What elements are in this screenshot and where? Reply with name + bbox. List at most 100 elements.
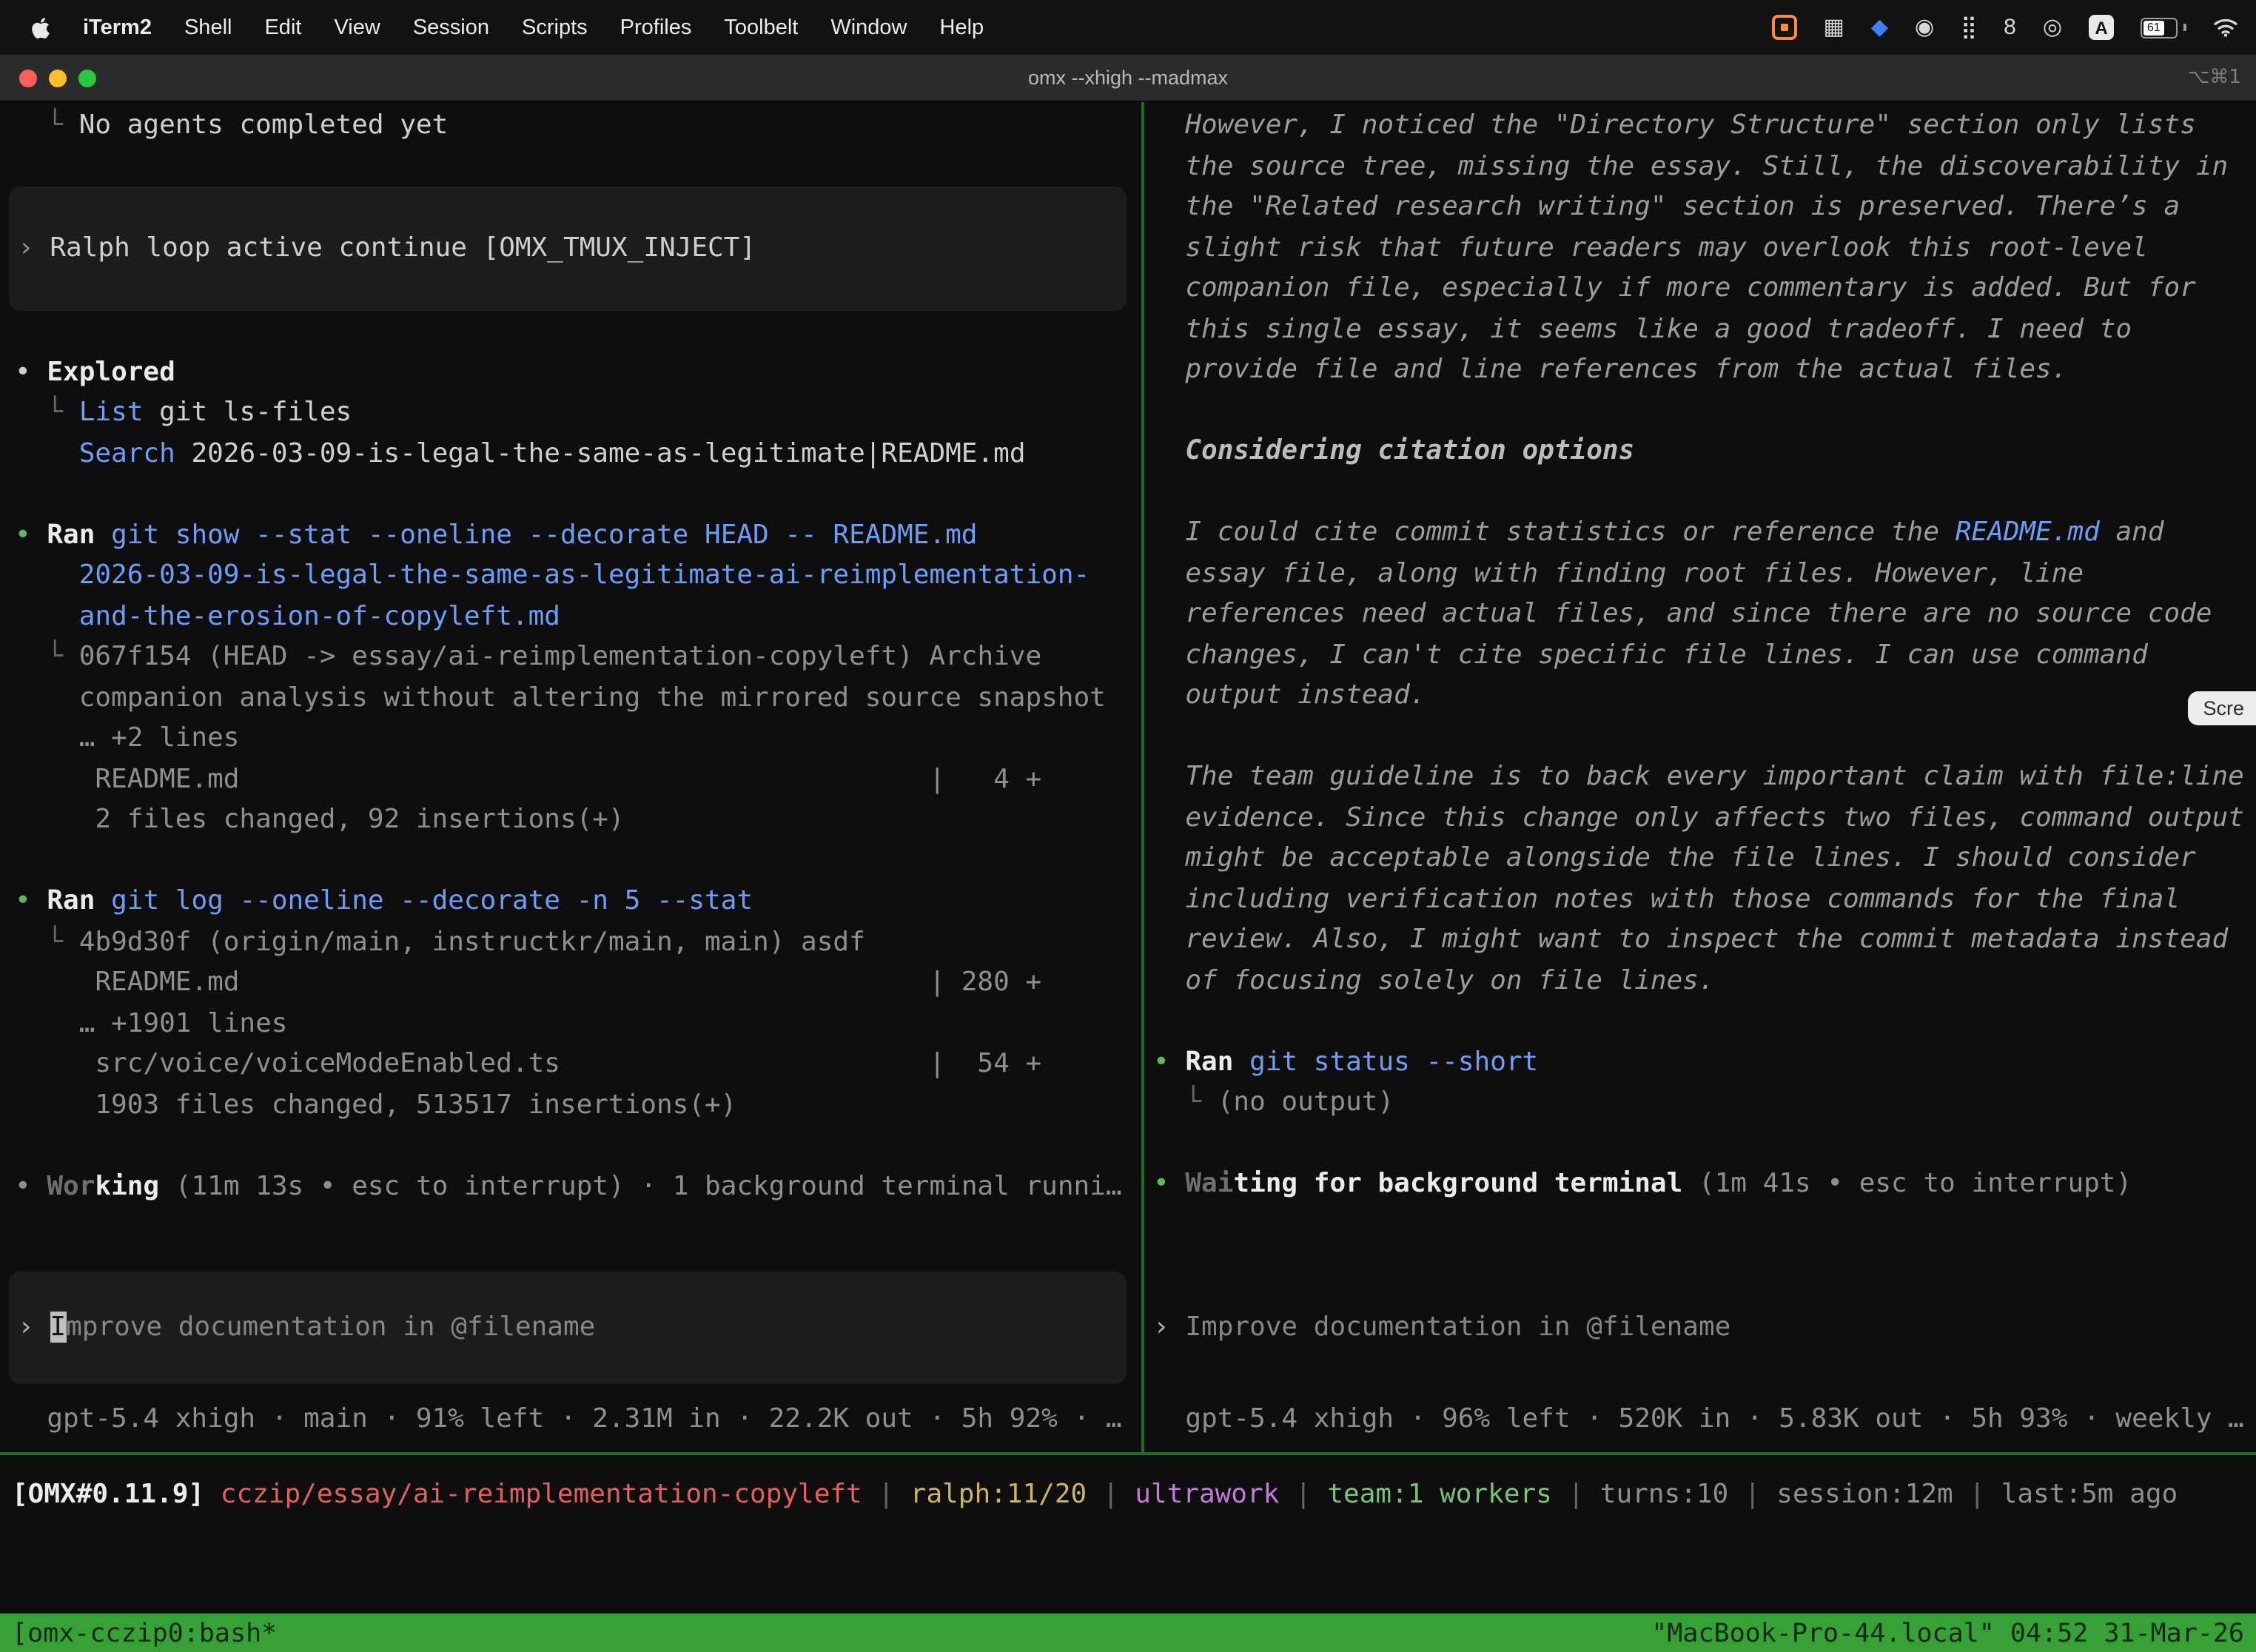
text-segment: cczip/essay/ai-reimplementation-copyleft [221, 1479, 862, 1510]
text-segment: references need actual files, and since … [1153, 598, 2212, 629]
terminal-line: companion analysis without altering the … [0, 677, 1141, 718]
text-segment: and-the-erosion-of-copyleft.md [79, 600, 560, 631]
app-eight-icon[interactable]: 8 [2004, 16, 2016, 38]
tmux-status-bar: [omx-cczip0:bash* "MacBook-Pro-44.local"… [0, 1614, 2256, 1652]
text-segment: 067f154 (HEAD -> essay/ai-reimplementati… [79, 641, 1041, 672]
text-segment: └ [15, 110, 79, 141]
menu-bar-status-icons: ▦ ◆ ◉ ⣿ 8 ◎ A 61 [1771, 15, 2256, 40]
menu-item-toolbelt[interactable]: Toolbelt [708, 16, 814, 39]
text-segment: No agents completed yet [79, 110, 449, 141]
menu-item-help[interactable]: Help [924, 16, 1001, 39]
text-segment: • [15, 885, 47, 916]
text-segment: git show --stat --oneline --decorate HEA… [111, 519, 977, 550]
terminal-line: The team guideline is to back every impo… [1144, 756, 2256, 797]
terminal-line: and-the-erosion-of-copyleft.md [0, 596, 1141, 637]
left-agent-pane[interactable]: └ No agents completed yet › Ralph loop a… [0, 102, 1141, 1452]
text-segment: src/voice/voiceModeEnabled.ts | 54 + [15, 1048, 1041, 1079]
input-source-icon[interactable]: A [2089, 15, 2114, 40]
text-segment: review. Also, I might want to inspect th… [1153, 924, 2228, 955]
text-segment: | [1552, 1479, 1600, 1510]
text-segment: 2026-03-09-is-legal-the-same-as-legitima… [175, 437, 1026, 469]
text-segment: might be acceptable alongside the file l… [1153, 842, 2196, 873]
text-segment: Wor [47, 1170, 95, 1201]
text-segment [95, 885, 111, 916]
text-segment: git ls-files [143, 397, 352, 428]
text-segment: I could cite commit statistics or refere… [1153, 517, 1955, 548]
terminal-line: • Ran git status --short [1144, 1041, 2256, 1082]
terminal-line [1144, 1123, 2256, 1164]
terminal-line: might be acceptable alongside the file l… [1144, 838, 2256, 879]
text-segment: Ran [47, 885, 95, 916]
menu-item-iterm2[interactable]: iTerm2 [67, 16, 168, 39]
terminal-line: 2026-03-09-is-legal-the-same-as-legitima… [0, 555, 1141, 596]
menu-items: iTerm2ShellEditViewSessionScriptsProfile… [0, 16, 1000, 39]
text-segment: Explored [47, 356, 175, 387]
terminal-line: companion file, especially if more comme… [1144, 268, 2256, 309]
text-segment: README.md | 4 + [15, 763, 1041, 794]
screen-recording-icon[interactable] [1771, 15, 1796, 40]
terminal-line: changes, I can't cite specific file line… [1144, 634, 2256, 675]
text-segment: 2 files changed, 92 insertions(+) [15, 804, 625, 835]
terminal-line: the "Related research writing" section i… [1144, 187, 2256, 227]
text-segment: changes, I can't cite specific file line… [1153, 639, 2148, 670]
terminal-line: However, I noticed the "Directory Struct… [1144, 105, 2256, 146]
text-segment: [OMX#0.11.9] [12, 1479, 204, 1510]
app-diamond-icon[interactable]: ◆ [1871, 16, 1888, 38]
terminal-line [0, 146, 1141, 187]
terminal-line: … +1901 lines [0, 1003, 1141, 1044]
terminal-line: output instead. [1144, 675, 2256, 716]
menu-item-edit[interactable]: Edit [248, 16, 318, 39]
screen-share-overlay[interactable]: Scre [2188, 691, 2256, 725]
wifi-icon[interactable] [2213, 18, 2238, 37]
text-segment: Ralph loop active continue [OMX_TMUX_INJ… [50, 232, 756, 263]
text-segment: README.md | 280 + [15, 967, 1041, 998]
terminal-line [1144, 390, 2256, 431]
left-prompt-input[interactable]: › Improve documentation in @filename [9, 1272, 1127, 1384]
text-segment: including verification notes with those … [1153, 883, 2180, 914]
text-segment: essay file, along with finding root file… [1153, 557, 2084, 588]
terminal-line: README.md | 280 + [0, 962, 1141, 1003]
text-segment: (1m 41s • esc to interrupt) [1682, 1168, 2132, 1199]
text-segment: Ran [47, 519, 95, 550]
menu-item-window[interactable]: Window [814, 16, 923, 39]
close-button[interactable] [19, 69, 37, 87]
text-segment: last:5m ago [2001, 1479, 2178, 1510]
menu-item-session[interactable]: Session [397, 16, 506, 39]
text-segment: List [79, 397, 144, 428]
window-title: omx --xhigh --madmax [1028, 67, 1228, 89]
dots-grid-icon[interactable]: ⣿ [1961, 16, 1977, 38]
text-segment: (no output) [1218, 1087, 1394, 1118]
right-agent-pane[interactable]: However, I noticed the "Directory Struct… [1144, 102, 2256, 1452]
terminal: └ No agents completed yet › Ralph loop a… [0, 102, 2256, 1452]
terminal-line [1144, 716, 2256, 756]
terminal-line: provide file and line references from th… [1144, 349, 2256, 390]
terminal-line: references need actual files, and since … [1144, 594, 2256, 634]
menu-item-profiles[interactable]: Profiles [604, 16, 708, 39]
menu-item-scripts[interactable]: Scripts [506, 16, 604, 39]
knob-icon[interactable]: ◉ [1915, 16, 1934, 38]
macos-menu-bar: iTerm2ShellEditViewSessionScriptsProfile… [0, 0, 2256, 55]
left-session-status: gpt-5.4 xhigh · main · 91% left · 2.31M … [0, 1399, 1141, 1440]
minimize-button[interactable] [49, 69, 67, 87]
terminal-line: I could cite commit statistics or refere… [1144, 512, 2256, 553]
window-title-bar[interactable]: omx --xhigh --madmax ⌥⌘1 [0, 55, 2256, 102]
text-segment: • [1153, 1168, 1185, 1199]
terminal-line [0, 1125, 1141, 1166]
right-session-status: gpt-5.4 xhigh · 96% left · 520K in · 5.8… [1144, 1399, 2256, 1440]
text-segment: this single essay, it seems like a good … [1153, 313, 2132, 344]
text-segment: king [95, 1170, 159, 1201]
window-shortcut-hint: ⌥⌘1 [2187, 67, 2241, 89]
right-prompt-input[interactable]: › Improve documentation in @filename [1144, 1272, 2241, 1384]
text-segment: 1903 files changed, 513517 insertions(+) [15, 1089, 736, 1120]
zoom-button[interactable] [78, 69, 96, 87]
text-segment [15, 560, 79, 591]
terminal-line: README.md | 4 + [0, 759, 1141, 799]
menu-item-view[interactable]: View [318, 16, 396, 39]
menu-item-shell[interactable]: Shell [168, 16, 249, 39]
terminal-line: └ List git ls-files [0, 392, 1141, 433]
apple-logo-icon[interactable] [30, 16, 52, 39]
grid-icon[interactable]: ▦ [1823, 16, 1844, 38]
camera-icon[interactable]: ◎ [2043, 16, 2062, 38]
terminal-line: essay file, along with finding root file… [1144, 553, 2256, 594]
battery-icon[interactable]: 61 [2141, 17, 2186, 38]
